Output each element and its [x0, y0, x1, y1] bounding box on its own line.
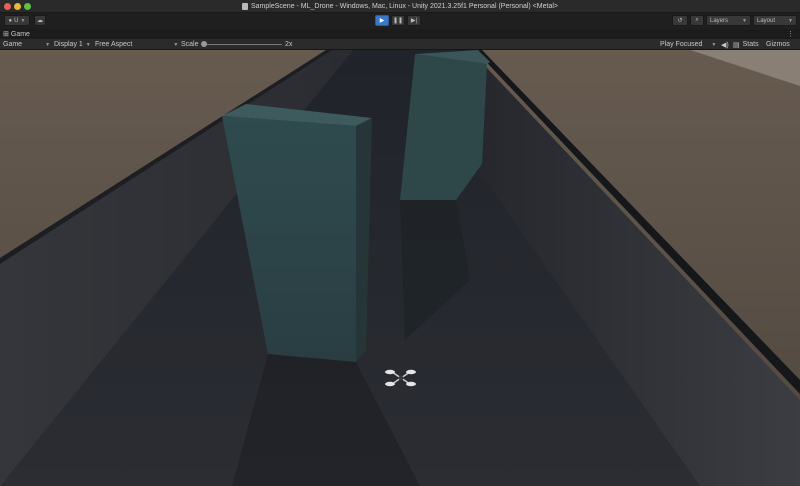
- view-mode-dropdown[interactable]: Game ▼: [3, 39, 50, 50]
- chevron-down-icon: ▼: [742, 17, 747, 24]
- window-titlebar: SampleScene - ML_Drone - Windows, Mac, L…: [0, 0, 800, 13]
- layers-dropdown[interactable]: Layers ▼: [706, 15, 751, 26]
- audio-icon: ◀): [721, 41, 729, 49]
- tab-game-label: Game: [10, 30, 30, 38]
- cloud-icon: ☁: [37, 18, 43, 24]
- aspect-label: Free Aspect: [95, 41, 133, 48]
- window-title: SampleScene - ML_Drone - Windows, Mac, L…: [251, 3, 558, 10]
- layout-label: Layout: [757, 17, 776, 24]
- chevron-down-icon: ▼: [45, 41, 51, 48]
- mute-audio-button[interactable]: ◀): [721, 39, 729, 50]
- history-icon: ↺: [677, 18, 683, 24]
- cloud-button[interactable]: ☁: [34, 15, 46, 26]
- game-viewport[interactable]: [0, 50, 800, 486]
- play-button[interactable]: ▶: [375, 15, 389, 26]
- scale-slider-track[interactable]: [204, 44, 282, 45]
- chevron-down-icon: ▼: [788, 17, 793, 24]
- display-label: Display 1: [54, 41, 83, 48]
- undo-history-button[interactable]: ↺: [672, 15, 688, 26]
- stats-button[interactable]: ▤ Stats: [733, 39, 759, 50]
- stats-label: Stats: [742, 41, 759, 48]
- stats-icon: ▤: [733, 41, 740, 49]
- play-mode-label: Play Focused: [660, 41, 703, 48]
- step-button[interactable]: ▶|: [407, 15, 421, 26]
- main-toolbar: ● U ▼ ☁ ▶ ❚❚ ▶| ↺ ⌕ Layers ▼ Layout ▼: [0, 13, 800, 29]
- scale-slider-thumb[interactable]: [201, 41, 207, 47]
- account-dropdown[interactable]: ● U ▼: [4, 15, 30, 26]
- play-icon: ▶: [379, 18, 385, 24]
- step-icon: ▶|: [410, 18, 418, 24]
- chevron-down-icon: ▼: [20, 17, 26, 24]
- play-mode-dropdown[interactable]: Play Focused ▼: [660, 39, 716, 50]
- scene-file-icon: [242, 3, 248, 10]
- chevron-down-icon: ▼: [85, 41, 91, 48]
- search-button[interactable]: ⌕: [690, 15, 704, 26]
- layout-dropdown[interactable]: Layout ▼: [753, 15, 797, 26]
- kebab-menu-icon: ⋮: [787, 31, 794, 38]
- game-icon: ⊞: [3, 31, 9, 38]
- gizmos-label: Gizmos: [766, 41, 790, 48]
- pause-button[interactable]: ❚❚: [391, 15, 405, 26]
- gizmos-dropdown[interactable]: Gizmos: [766, 39, 790, 50]
- display-dropdown[interactable]: Display 1 ▼: [54, 39, 91, 50]
- layers-label: Layers: [710, 17, 729, 24]
- game-view-controls: Game ▼ Display 1 ▼ Free Aspect ▼ Scale 2…: [0, 39, 800, 50]
- aspect-dropdown[interactable]: Free Aspect ▼: [95, 39, 178, 50]
- scale-value: 2x: [285, 41, 293, 48]
- chevron-down-icon: ▼: [173, 41, 179, 48]
- account-label: U: [14, 17, 19, 24]
- search-icon: ⌕: [695, 17, 699, 23]
- scene-render: [0, 50, 800, 486]
- tab-options-menu[interactable]: ⋮: [787, 29, 794, 39]
- tab-bar: ⊞ Game ⋮: [0, 29, 800, 39]
- scale-label: Scale: [181, 41, 199, 48]
- account-icon: ●: [8, 17, 13, 24]
- tab-game[interactable]: ⊞ Game: [3, 29, 30, 39]
- view-mode-label: Game: [3, 41, 23, 48]
- chevron-down-icon: ▼: [711, 41, 717, 48]
- pause-icon: ❚❚: [392, 18, 404, 24]
